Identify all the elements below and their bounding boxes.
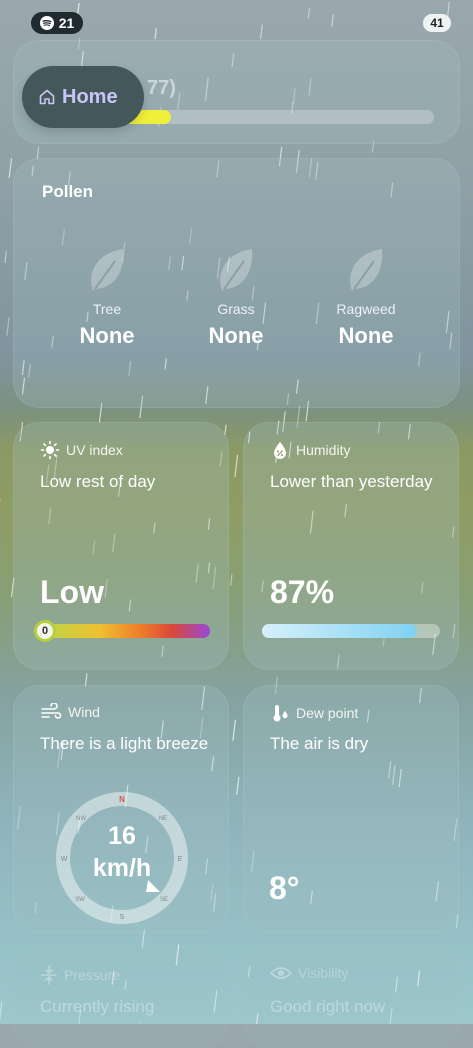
spotify-icon [40,16,54,30]
wind-header: Wind [40,703,100,721]
pollen-label: Ragweed [306,301,426,317]
uv-index-label: 0 [42,625,48,637]
raindrop [233,720,236,741]
compass-e: E [178,856,183,863]
pressure-title: Pressure [64,967,120,983]
pollen-value: None [306,323,426,349]
uv-header: UV index [40,440,123,460]
humidity-value: 87% [270,574,334,611]
battery-level: 41 [430,16,443,30]
sun-icon [40,440,60,460]
compass-n: N [119,795,125,804]
pressure-icon [40,965,58,985]
pollen-value: None [176,323,296,349]
raindrop [9,158,11,178]
pressure-description: Currently rising [40,994,220,1019]
raindrop [231,574,232,586]
humidity-header: Humidity [270,440,350,460]
pollen-label: Tree [47,301,167,317]
notification-badge: 21 [31,12,83,34]
compass-nw: NW [76,816,86,822]
home-label: Home [62,86,118,109]
air-quality-track [124,110,434,124]
pollen-title: Pollen [42,182,93,202]
uv-scale-bar [40,624,210,638]
raindrop [225,425,226,435]
compass-se: SE [160,897,168,903]
home-icon [38,88,56,106]
visibility-header: Visibility [270,965,348,981]
pollen-value: None [47,323,167,349]
humidity-description: Lower than yesterday [270,469,450,494]
compass-sw: SW [75,897,85,903]
visibility-description: Good right now [270,994,450,1019]
raindrop [235,455,238,477]
pressure-header: Pressure [40,965,120,985]
dew-point-description: The air is dry [270,731,450,756]
wind-icon [40,703,62,721]
home-button[interactable]: Home [22,66,144,128]
visibility-title: Visibility [298,965,348,981]
pollen-item-grass: Grass None [176,245,296,349]
status-bar: 21 41 [0,12,473,36]
raindrop [7,317,9,336]
humidity-title: Humidity [296,442,350,458]
uv-indicator: 0 [34,620,56,642]
raindrop [237,777,239,795]
wind-description: There is a light breeze [40,731,220,756]
wind-title: Wind [68,704,100,720]
notification-count: 21 [59,15,75,31]
wind-compass: N NE E SE S SW W NW 16 km/h [52,788,192,928]
battery-badge: 41 [423,14,451,32]
uv-value: Low [40,574,104,611]
pollen-item-tree: Tree None [47,245,167,349]
uv-description: Low rest of day [40,469,220,494]
wind-unit: km/h [93,854,151,882]
raindrop [5,251,6,263]
dew-point-value: 8° [269,870,300,907]
uv-title: UV index [66,442,123,458]
eye-icon [270,965,292,981]
leaf-icon [85,245,129,295]
dew-point-header: Dew point [270,703,358,723]
compass-s: S [120,914,125,921]
compass-ne: NE [159,816,167,822]
raindrop [0,1002,2,1021]
wind-speed: 16 [108,822,136,850]
dew-point-title: Dew point [296,705,358,721]
thermometer-icon [270,703,290,723]
air-quality-value: 77) [147,77,176,100]
humidity-fill [262,624,417,638]
pollen-label: Grass [176,301,296,317]
leaf-icon [344,245,388,295]
compass-w: W [61,856,68,863]
drop-percent-icon [270,440,290,460]
pollen-item-ragweed: Ragweed None [306,245,426,349]
leaf-icon [214,245,258,295]
